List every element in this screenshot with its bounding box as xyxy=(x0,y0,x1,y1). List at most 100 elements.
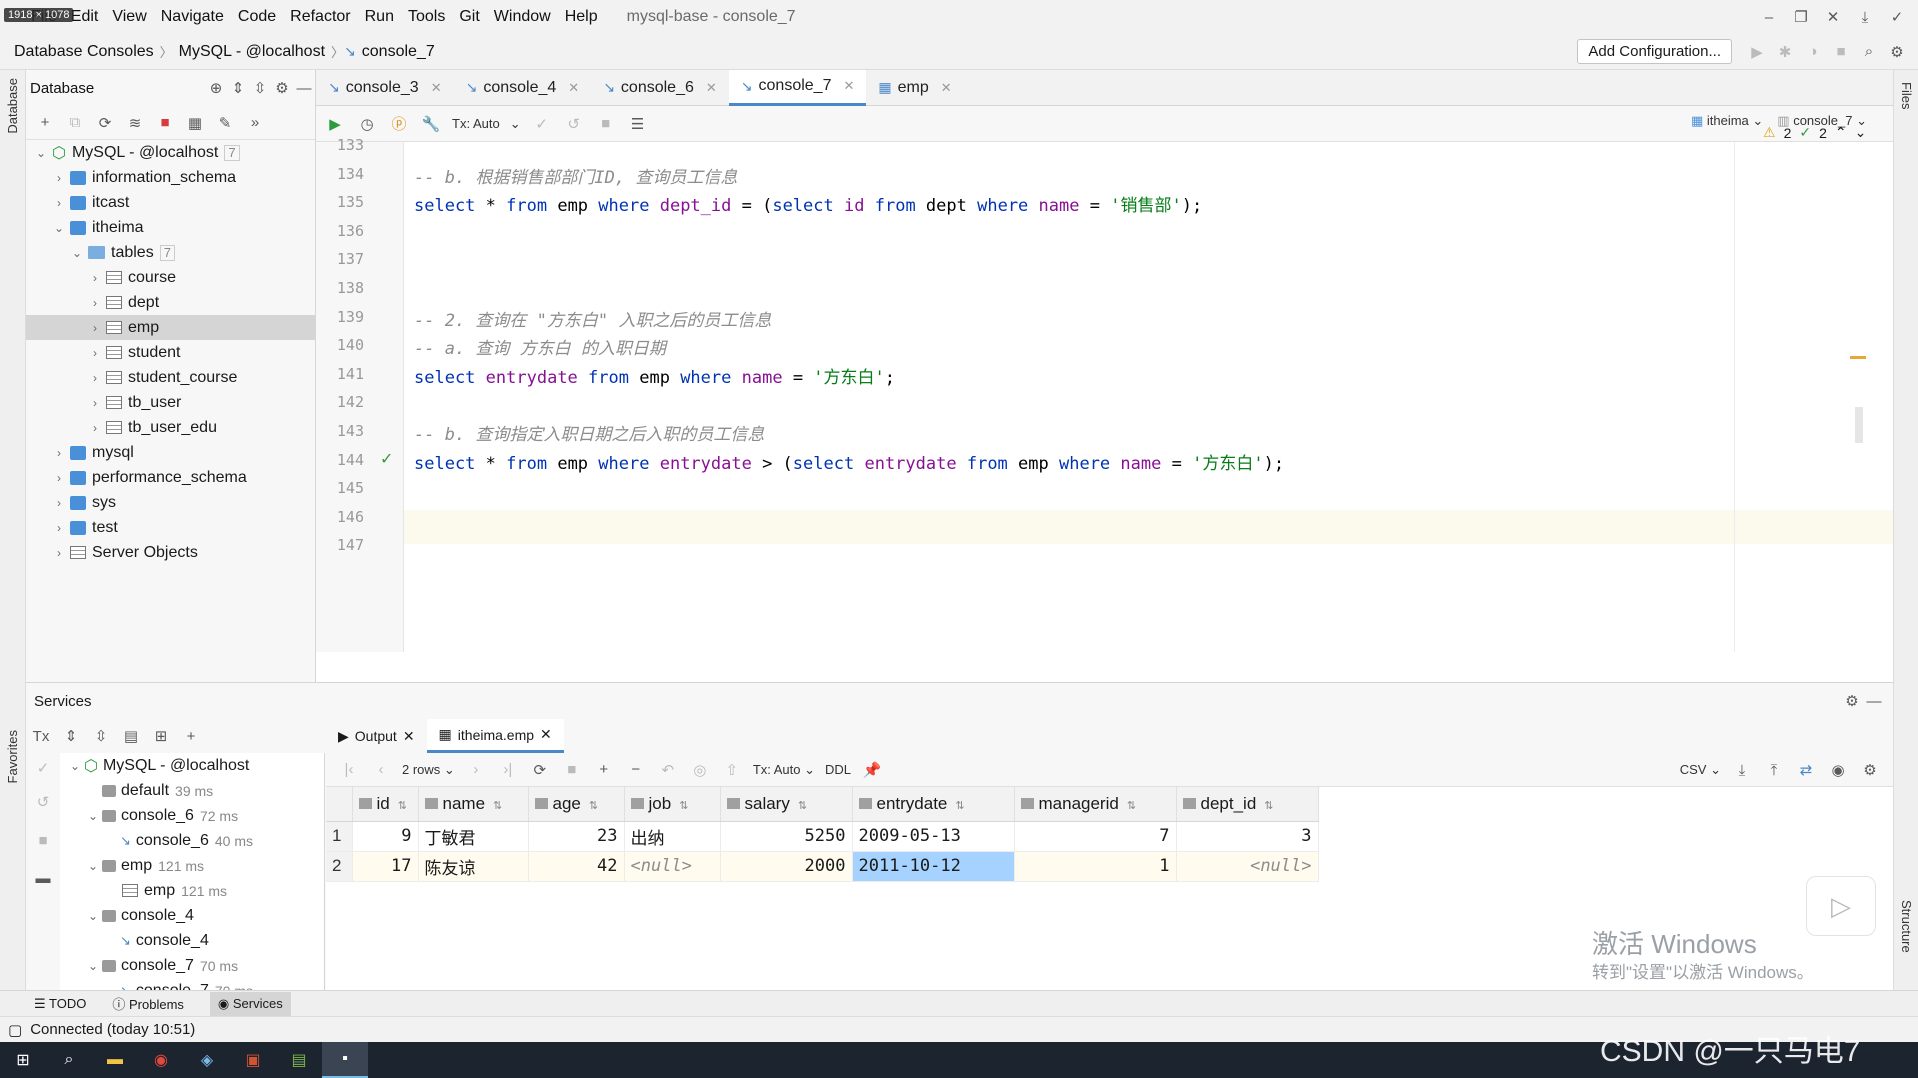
more-icon[interactable]: » xyxy=(244,112,266,134)
inspection-widget[interactable]: ⚠ 2 ✓ 2 ⌃ ⌄ xyxy=(1763,124,1866,141)
tab-console_3[interactable]: ↘ console_3 ✕ xyxy=(316,70,454,106)
stop-icon[interactable]: ■ xyxy=(154,112,176,134)
service-node-emp[interactable]: emp 121 ms xyxy=(60,878,324,903)
menu-code[interactable]: Code xyxy=(231,0,283,34)
expand-all-icon[interactable]: ⇕ xyxy=(227,77,249,99)
commit-icon[interactable]: ✓ xyxy=(531,113,553,135)
refresh-icon[interactable]: ⟳ xyxy=(94,112,116,134)
transaction-mode-select[interactable]: Tx: Auto xyxy=(452,116,500,131)
gear-icon[interactable]: ⚙ xyxy=(271,77,293,99)
layout-icon[interactable]: ▬ xyxy=(32,867,54,889)
result-tab-output[interactable]: ▶ Output ✕ xyxy=(326,719,427,753)
chevron-right-icon[interactable]: › xyxy=(50,521,68,535)
services-tab[interactable]: ◉ Services xyxy=(209,991,291,1016)
chevron-right-icon[interactable]: › xyxy=(86,421,104,435)
download-icon[interactable]: ⤓ xyxy=(1854,6,1876,28)
menu-git[interactable]: Git xyxy=(452,0,486,34)
datagrip-icon[interactable]: ▪ xyxy=(322,1042,368,1078)
tree-node-emp[interactable]: › emp xyxy=(26,315,315,340)
stop-icon[interactable]: ■ xyxy=(561,759,583,781)
code-line[interactable]: -- a. 查询 方东白 的入职日期 xyxy=(414,334,666,359)
tree-node-mysql-localhost[interactable]: ⌄ ⬡ MySQL - @localhost 7 xyxy=(26,140,315,165)
schema-select[interactable]: ▦ itheima ⌄ xyxy=(1691,113,1763,129)
last-page-icon[interactable]: ›| xyxy=(497,759,519,781)
service-node-emp[interactable]: ⌄ emp 121 ms xyxy=(60,853,324,878)
editor-scrollbar[interactable] xyxy=(1855,407,1863,443)
table-cell[interactable]: 2009-05-13 xyxy=(852,821,1015,852)
refresh-icon[interactable]: ⟳ xyxy=(529,759,551,781)
chevron-right-icon[interactable]: › xyxy=(50,196,68,210)
tab-console_6[interactable]: ↘ console_6 ✕ xyxy=(591,70,729,106)
table-cell[interactable]: <null> xyxy=(1176,851,1319,882)
close-icon[interactable]: ✕ xyxy=(941,80,952,96)
chevron-down-icon[interactable]: ⌄ xyxy=(32,146,50,160)
close-icon[interactable]: ✕ xyxy=(568,80,579,96)
sort-icon[interactable]: ⇅ xyxy=(589,800,598,812)
gear-icon[interactable]: ⚙ xyxy=(1841,690,1863,712)
delete-row-icon[interactable]: − xyxy=(625,759,647,781)
gear-icon[interactable]: ⚙ xyxy=(1859,759,1881,781)
table-cell[interactable]: 17 xyxy=(352,851,419,882)
service-node-console-7[interactable]: ⌄ console_7 70 ms xyxy=(60,953,324,978)
add-row-icon[interactable]: + xyxy=(593,759,615,781)
table-cell[interactable]: 9 xyxy=(352,821,419,852)
editor-app-icon[interactable]: ▤ xyxy=(276,1042,322,1078)
chevron-down-icon[interactable]: ⌄ xyxy=(1855,124,1867,141)
search-icon[interactable]: ⌕ xyxy=(1858,41,1880,63)
view-icon[interactable]: ◉ xyxy=(1827,759,1849,781)
wrench-icon[interactable]: 🔧 xyxy=(420,113,442,135)
file-explorer-icon[interactable]: ▬ xyxy=(92,1042,138,1078)
table-cell[interactable]: 23 xyxy=(528,821,625,852)
tree-node-dept[interactable]: › dept xyxy=(26,290,315,315)
collapse-all-icon[interactable]: ⇳ xyxy=(90,725,112,747)
restore-icon[interactable]: ❐ xyxy=(1790,6,1812,28)
breadcrumb-database-consoles[interactable]: Database Consoles xyxy=(8,43,160,61)
stop-icon[interactable]: ■ xyxy=(1830,41,1852,63)
chevron-right-icon[interactable]: › xyxy=(50,446,68,460)
menu-navigate[interactable]: Navigate xyxy=(154,0,231,34)
column-header-managerid[interactable]: managerid ⇅ xyxy=(1014,787,1177,822)
code-line[interactable]: -- b. 根据销售部部门ID, 查询员工信息 xyxy=(414,163,737,188)
warning-marker[interactable] xyxy=(1850,356,1866,359)
chevron-right-icon[interactable]: › xyxy=(50,471,68,485)
rollback-icon[interactable]: ↺ xyxy=(563,113,585,135)
check-icon[interactable]: ✓ xyxy=(1886,6,1908,28)
powerpoint-icon[interactable]: ▣ xyxy=(230,1042,276,1078)
tree-node-information-schema[interactable]: › information_schema xyxy=(26,165,315,190)
code-line[interactable]: -- 2. 查询在 "方东白" 入职之后的员工信息 xyxy=(414,306,771,331)
close-icon[interactable]: ✕ xyxy=(843,78,854,94)
add-icon[interactable]: + xyxy=(180,725,202,747)
tree-node-tb-user-edu[interactable]: › tb_user_edu xyxy=(26,415,315,440)
chevron-down-icon[interactable]: ⌄ xyxy=(84,859,102,873)
upload-icon[interactable]: ⤒ xyxy=(1763,759,1785,781)
history-icon[interactable]: ◷ xyxy=(356,113,378,135)
check-icon[interactable]: ✓ xyxy=(32,757,54,779)
table-cell[interactable]: 42 xyxy=(528,851,625,882)
download-icon[interactable]: ⤓ xyxy=(1731,759,1753,781)
add-configuration-button[interactable]: Add Configuration... xyxy=(1577,39,1732,64)
ddl-button[interactable]: DDL xyxy=(825,762,851,777)
chevron-right-icon[interactable]: › xyxy=(50,546,68,560)
column-header-job[interactable]: job ⇅ xyxy=(624,787,721,822)
chevron-up-icon[interactable]: ⌃ xyxy=(1835,124,1847,141)
table-cell[interactable]: 3 xyxy=(1176,821,1319,852)
column-header-dept_id[interactable]: dept_id ⇅ xyxy=(1176,787,1319,822)
table-cell[interactable]: 出纳 xyxy=(624,821,721,852)
tab-console_4[interactable]: ↘ console_4 ✕ xyxy=(454,70,592,106)
close-icon[interactable]: ✕ xyxy=(403,728,415,745)
code-line[interactable]: select * from emp where dept_id = (selec… xyxy=(414,191,1202,216)
tab-emp[interactable]: ▦ emp ✕ xyxy=(866,70,963,106)
table-cell[interactable]: 7 xyxy=(1014,821,1177,852)
service-node-mysql-localhost[interactable]: ⌄ ⬡ MySQL - @localhost xyxy=(60,753,324,778)
search-icon[interactable]: ⌕ xyxy=(46,1042,92,1078)
code-line[interactable]: -- b. 查询指定入职日期之后入职的员工信息 xyxy=(414,420,764,445)
tab-console_7[interactable]: ↘ console_7 ✕ xyxy=(728,69,867,106)
chrome-icon[interactable]: ◉ xyxy=(138,1042,184,1078)
hide-icon[interactable]: — xyxy=(1863,690,1885,712)
chevron-down-icon[interactable]: ⌄ xyxy=(84,909,102,923)
column-header-name[interactable]: name ⇅ xyxy=(418,787,529,822)
tree-node-course[interactable]: › course xyxy=(26,265,315,290)
result-transaction-select[interactable]: Tx: Auto ⌄ xyxy=(753,762,815,778)
expand-all-icon[interactable]: ⇕ xyxy=(60,725,82,747)
pin-icon[interactable]: 📌 xyxy=(861,759,883,781)
